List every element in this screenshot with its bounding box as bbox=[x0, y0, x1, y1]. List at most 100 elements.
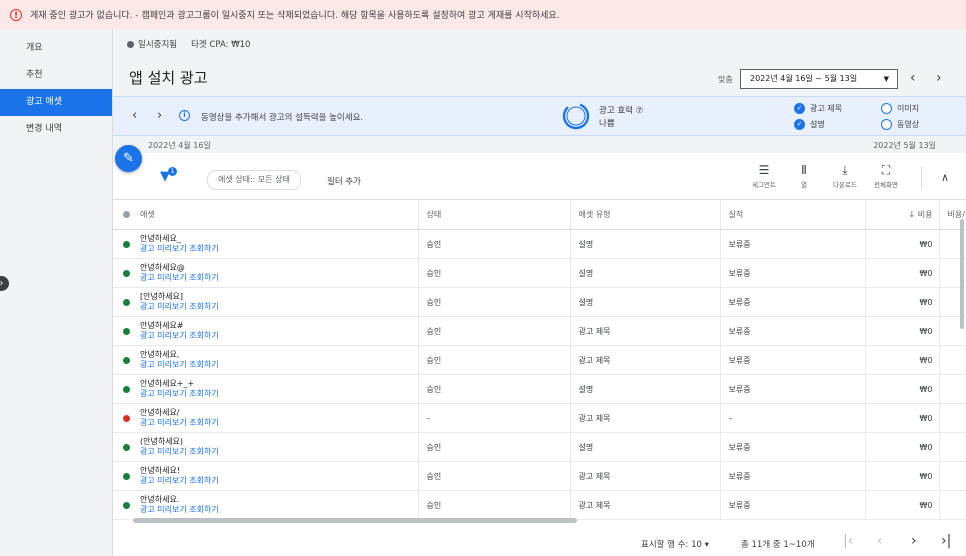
horizontal-scrollbar[interactable] bbox=[133, 518, 577, 523]
table-row: 안녕하세요# 광고 미리보기 조회하기 승인 광고 제목 보류중 ₩0 bbox=[113, 316, 966, 346]
fullscreen-button[interactable]: ⛶ 전체화면 bbox=[874, 163, 898, 189]
cost-per-cell bbox=[939, 345, 966, 375]
status-bar: 일시중지됨 타겟 CPA: ₩10 bbox=[113, 29, 966, 59]
performance-cell: 보류중 bbox=[720, 229, 866, 259]
check-video: 동영상 bbox=[881, 119, 919, 130]
status-ok-icon bbox=[123, 269, 130, 277]
edit-pencil-button[interactable]: ✎ bbox=[115, 145, 142, 172]
table-row: (안녕하세요) 광고 미리보기 조회하기 승인 설명 보류중 ₩0 bbox=[113, 432, 966, 462]
cost-cell: ₩0 bbox=[865, 229, 940, 259]
ad-preview-link[interactable]: 광고 미리보기 조회하기 bbox=[140, 302, 219, 312]
download-button[interactable]: ⤓ 다운로드 bbox=[833, 163, 857, 189]
status-cell: 승인 bbox=[418, 287, 571, 317]
ad-preview-link[interactable]: 광고 미리보기 조회하기 bbox=[140, 273, 219, 283]
ad-preview-link[interactable]: 광고 미리보기 조회하기 bbox=[140, 505, 219, 515]
asset-text: 안녕하세요_ bbox=[140, 234, 181, 243]
filter-bar: ▼ 1 애셋 상태:: 모든 상태 필터 추가 ☰ 세그먼트 Ⅱ열 ⤓ 다운로드 ⛶… bbox=[113, 153, 966, 200]
table-row: 안녕하세요, 광고 미리보기 조회하기 승인 광고 제목 보류중 ₩0 bbox=[113, 345, 966, 375]
ad-preview-link[interactable]: 광고 미리보기 조회하기 bbox=[140, 360, 219, 370]
timeline-dates: 2022년 4월 16일 2022년 5월 13일 bbox=[113, 136, 966, 153]
asset-type-cell: 광고 제목 bbox=[570, 403, 721, 433]
sidebar-item-change-history[interactable]: 변경 내역 bbox=[0, 116, 112, 143]
sidebar-item-overview[interactable]: 개요 bbox=[0, 35, 112, 62]
first-page-button[interactable]: |‹ bbox=[843, 533, 853, 549]
asset-status-filter-chip[interactable]: 애셋 상태:: 모든 상태 bbox=[207, 170, 301, 190]
last-page-button[interactable]: ›| bbox=[941, 533, 951, 549]
asset-cell: 안녕하세요/광고 미리보기 조회하기 bbox=[113, 403, 419, 433]
status-cell: – bbox=[418, 403, 571, 433]
ad-preview-link[interactable]: 광고 미리보기 조회하기 bbox=[140, 331, 219, 341]
date-range-value: 2022년 4월 16일 ~ 5월 13일 bbox=[750, 74, 858, 83]
info-icon: i bbox=[179, 110, 190, 121]
cost-cell: ₩0 bbox=[865, 345, 940, 375]
panel-next-button[interactable]: › bbox=[157, 108, 162, 123]
paused-status-label[interactable]: 일시중지됨 bbox=[138, 38, 177, 50]
ad-preview-link[interactable]: 광고 미리보기 조회하기 bbox=[140, 447, 219, 457]
cost-cell: ₩0 bbox=[865, 258, 940, 288]
asset-type-cell: 광고 제목 bbox=[570, 490, 721, 520]
previous-page-button[interactable]: ‹ bbox=[877, 533, 883, 549]
check-headline: ✓ 광고 제목 bbox=[794, 103, 842, 114]
asset-cell: 안녕하세요. 광고 미리보기 조회하기 bbox=[113, 490, 419, 520]
sidebar-item-recommendations[interactable]: 추천 bbox=[0, 62, 112, 89]
vertical-scrollbar[interactable] bbox=[960, 219, 964, 329]
ad-preview-link[interactable]: 광고 미리보기 조회하기 bbox=[140, 418, 219, 428]
ad-strength-label: 광고 효력 ⑦ bbox=[599, 106, 644, 116]
panel-previous-button[interactable]: ‹ bbox=[132, 108, 137, 123]
status-cell: 승인 bbox=[418, 345, 571, 375]
ad-preview-link[interactable]: 광고 미리보기 조회하기 bbox=[140, 244, 219, 254]
asset-cell: 안녕하세요, 광고 미리보기 조회하기 bbox=[113, 345, 419, 375]
asset-text: 안녕하세요/ bbox=[140, 408, 180, 417]
table-row: 안녕하세요. 광고 미리보기 조회하기 승인 광고 제목 보류중 ₩0 bbox=[113, 490, 966, 520]
page-range-label: 총 11개 중 1~10개 bbox=[741, 540, 815, 550]
table-header-row: 애셋 상태 애셋 유형 실적 ↓ 비용 비용/ bbox=[113, 199, 966, 230]
status-ok-icon bbox=[123, 327, 130, 335]
status-cell: 승인 bbox=[418, 258, 571, 288]
column-status[interactable]: 상태 bbox=[418, 199, 571, 230]
next-period-button[interactable]: › bbox=[936, 70, 942, 86]
main-area: 일시중지됨 타겟 CPA: ₩10 앱 설치 광고 맞춤 2022년 4월 16… bbox=[113, 29, 966, 556]
segment-icon: ☰ bbox=[758, 163, 770, 177]
asset-text: 안녕하세요# bbox=[140, 321, 184, 330]
cost-per-cell bbox=[939, 374, 966, 404]
sidebar-item-ad-assets[interactable]: 광고 애셋 bbox=[0, 89, 112, 116]
title-bar: 앱 설치 광고 맞춤 2022년 4월 16일 ~ 5월 13일 ▼ ‹ › bbox=[113, 59, 966, 96]
empty-circle-icon bbox=[881, 103, 892, 114]
collapse-chevron-up-icon[interactable]: ∧ bbox=[941, 171, 949, 184]
asset-text: 안녕하세요. bbox=[140, 495, 180, 504]
ad-preview-link[interactable]: 광고 미리보기 조회하기 bbox=[140, 389, 219, 399]
check-image: 이미지 bbox=[881, 103, 919, 114]
asset-cell: [안녕하세요] 광고 미리보기 조회하기 bbox=[113, 287, 419, 317]
ad-strength-ring-icon bbox=[562, 102, 590, 130]
performance-cell: 보류중 bbox=[720, 316, 866, 346]
pagination: 표시할 행 수: 10 ▾ 총 11개 중 1~10개 |‹ ‹ › ›| bbox=[113, 529, 966, 556]
column-asset-type[interactable]: 애셋 유형 bbox=[570, 199, 721, 230]
asset-type-cell: 설명 bbox=[570, 432, 721, 462]
fullscreen-icon: ⛶ bbox=[881, 163, 891, 177]
performance-cell: 보류중 bbox=[720, 461, 866, 491]
previous-period-button[interactable]: ‹ bbox=[910, 70, 916, 86]
columns-button[interactable]: Ⅱ열 bbox=[801, 163, 807, 189]
column-cost[interactable]: ↓ 비용 bbox=[865, 199, 940, 230]
cost-cell: ₩0 bbox=[865, 461, 940, 491]
column-performance[interactable]: 실적 bbox=[720, 199, 866, 230]
asset-text: 안녕하세요, bbox=[140, 350, 180, 359]
download-icon: ⤓ bbox=[842, 163, 848, 177]
column-asset[interactable]: 애셋 bbox=[113, 199, 419, 230]
date-range-selector[interactable]: 2022년 4월 16일 ~ 5월 13일 ▼ bbox=[740, 69, 898, 89]
next-page-button[interactable]: › bbox=[911, 533, 917, 549]
rows-per-page-select[interactable]: 표시할 행 수: 10 ▾ bbox=[641, 538, 709, 550]
ad-preview-link[interactable]: 광고 미리보기 조회하기 bbox=[140, 476, 219, 486]
performance-cell: 보류중 bbox=[720, 374, 866, 404]
table-row: 안녕하세요_ 광고 미리보기 조회하기 승인 설명 보류중 ₩0 bbox=[113, 229, 966, 259]
asset-cell: 안녕하세요+_+ 광고 미리보기 조회하기 bbox=[113, 374, 419, 404]
asset-cell: 안녕하세요@ 광고 미리보기 조회하기 bbox=[113, 258, 419, 288]
add-filter-button[interactable]: 필터 추가 bbox=[327, 175, 361, 187]
table-row: 안녕하세요+_+ 광고 미리보기 조회하기 승인 설명 보류중 ₩0 bbox=[113, 374, 966, 404]
ad-strength-panel: ‹ › i 동영상을 추가해서 광고의 설득력을 높이세요. 광고 효력 ⑦ 나… bbox=[113, 96, 966, 136]
segment-button[interactable]: ☰ 세그먼트 bbox=[752, 163, 776, 189]
table-row: 안녕하세요! 광고 미리보기 조회하기 승인 광고 제목 보류중 ₩0 bbox=[113, 461, 966, 491]
error-icon: ! bbox=[10, 8, 22, 21]
cost-cell: ₩0 bbox=[865, 316, 940, 346]
asset-text: [안녕하세요] bbox=[140, 292, 184, 301]
